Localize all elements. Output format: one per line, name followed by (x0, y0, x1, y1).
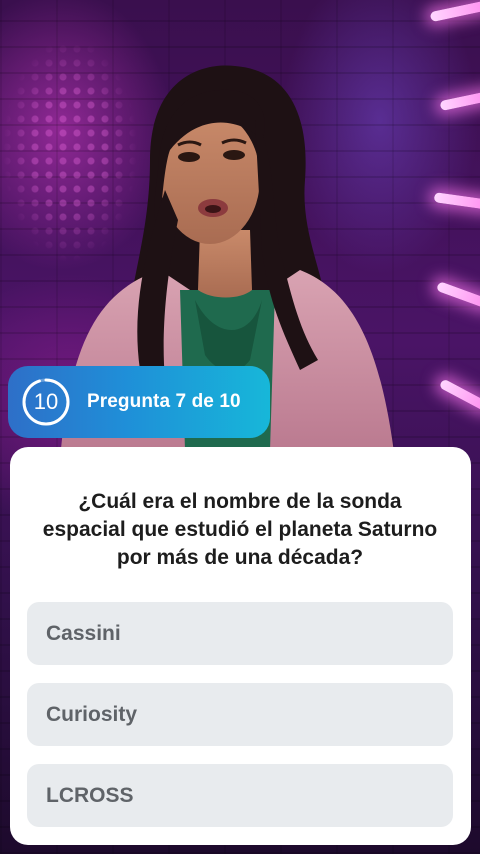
timer-value: 10 (33, 389, 59, 414)
countdown-timer: 10 (20, 376, 72, 428)
question-counter-label: Pregunta 7 de 10 (87, 391, 241, 412)
answer-option-label: LCROSS (46, 783, 134, 807)
question-counter-pill: 10 Pregunta 7 de 10 (8, 366, 270, 438)
answer-option-cassini[interactable]: Cassini (27, 602, 453, 665)
answer-option-label: Curiosity (46, 702, 138, 726)
answer-option-label: Cassini (46, 621, 121, 645)
answer-option-lcross[interactable]: LCROSS (27, 764, 453, 827)
answer-option-curiosity[interactable]: Curiosity (27, 683, 453, 746)
question-card: ¿Cuál era el nombre de la sonda espacial… (10, 447, 471, 845)
question-text: ¿Cuál era el nombre de la sonda espacial… (42, 490, 438, 569)
